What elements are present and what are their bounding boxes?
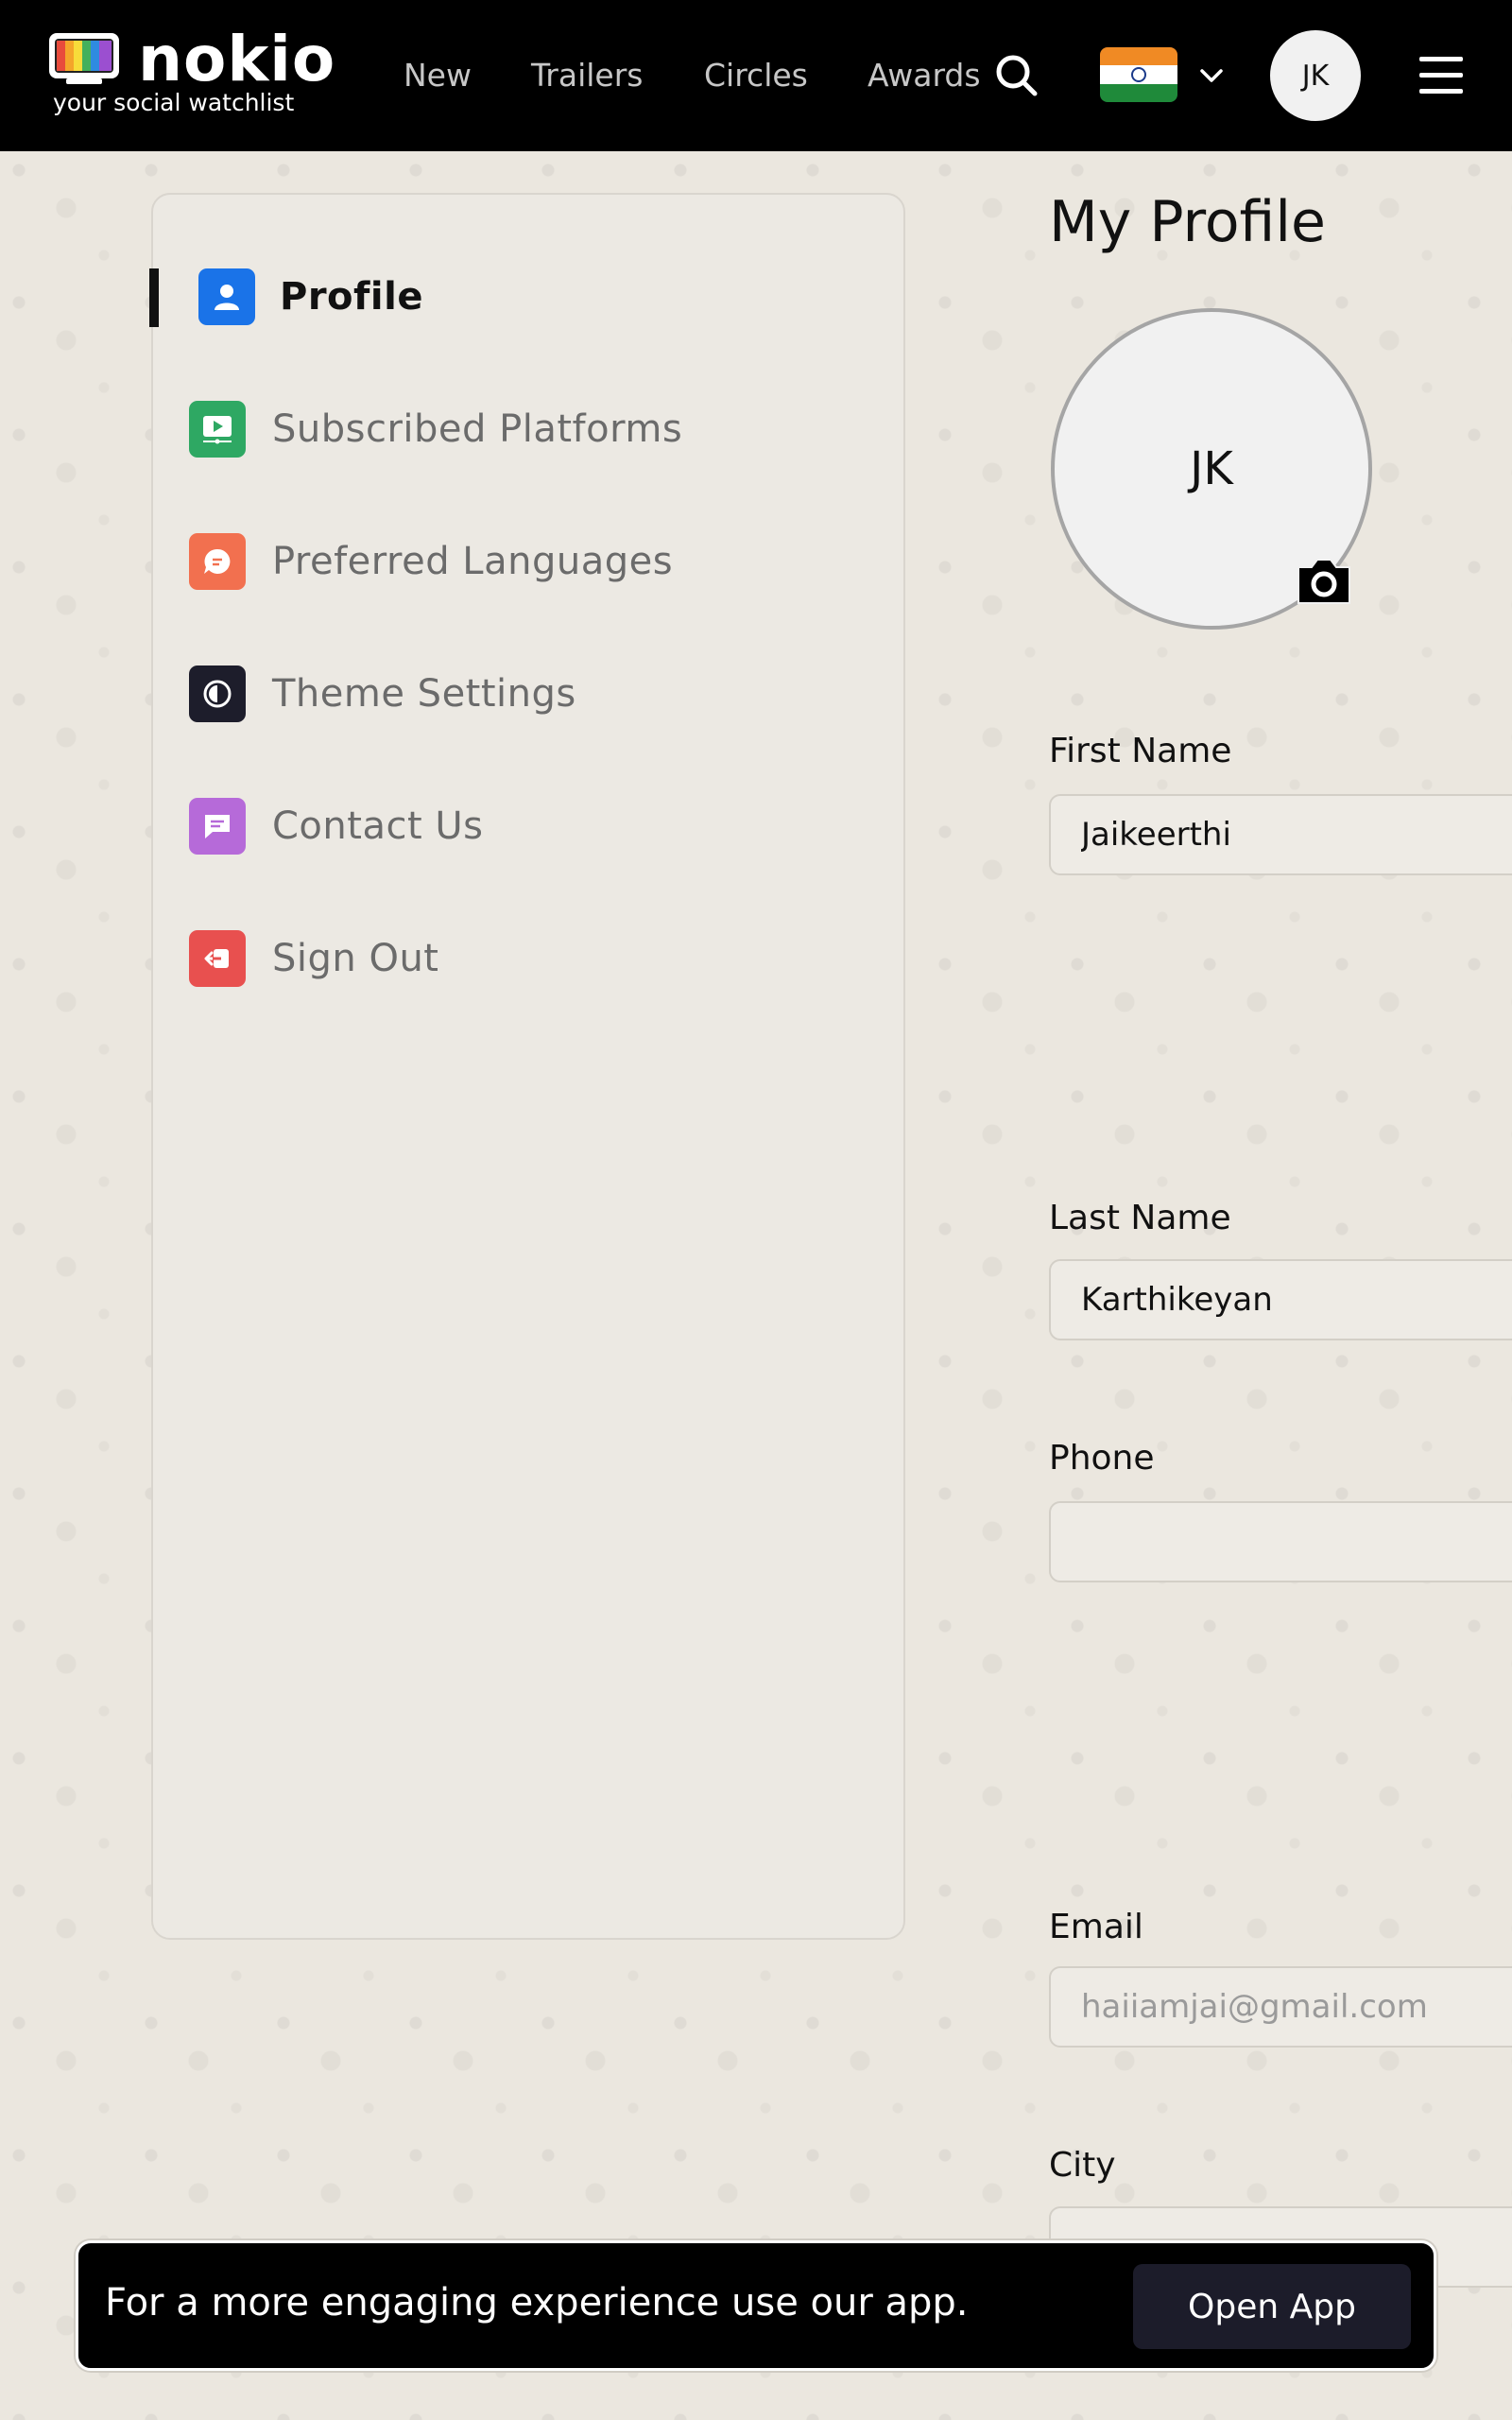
sidebar-item-label: Subscribed Platforms (272, 407, 683, 451)
sidebar-item-profile[interactable]: Profile (153, 250, 903, 344)
header-avatar[interactable]: JK (1270, 30, 1361, 121)
sidebar-item-theme-settings[interactable]: Theme Settings (153, 647, 903, 741)
chat-bubble-icon (189, 533, 246, 590)
chevron-down-icon[interactable] (1198, 66, 1225, 85)
sidebar-item-preferred-languages[interactable]: Preferred Languages (153, 514, 903, 609)
nav-circles[interactable]: Circles (704, 57, 808, 94)
sidebar-item-label: Contact Us (272, 804, 484, 848)
open-app-banner: For a more engaging experience use our a… (76, 2240, 1436, 2371)
city-label: City (1049, 2146, 1116, 2185)
nokio-logo[interactable]: nokio your social watchlist (47, 23, 335, 121)
search-icon[interactable] (994, 53, 1038, 96)
contrast-icon (189, 666, 246, 722)
nav-awards[interactable]: Awards (868, 57, 981, 94)
page-title: My Profile (1049, 189, 1326, 255)
open-app-button[interactable]: Open App (1133, 2264, 1411, 2349)
play-screen-icon (189, 401, 246, 458)
first-name-field[interactable] (1049, 794, 1512, 875)
email-field[interactable] (1049, 1966, 1512, 2048)
phone-label: Phone (1049, 1439, 1155, 1478)
phone-field[interactable] (1049, 1501, 1512, 1582)
last-name-label: Last Name (1049, 1199, 1231, 1237)
sidebar-item-label: Sign Out (272, 937, 439, 980)
settings-sidebar: Profile Subscribed Platforms Preferred L… (149, 193, 905, 1940)
first-name-label: First Name (1049, 732, 1232, 770)
user-icon (198, 268, 255, 325)
sidebar-item-subscribed-platforms[interactable]: Subscribed Platforms (153, 382, 903, 476)
sidebar-item-sign-out[interactable]: Sign Out (153, 911, 903, 1006)
india-flag-icon[interactable] (1100, 47, 1177, 102)
sidebar-item-label: Theme Settings (272, 672, 576, 716)
nav-new[interactable]: New (404, 57, 472, 94)
top-header: nokio your social watchlist New Trailers… (0, 0, 1512, 151)
sidebar-item-label: Preferred Languages (272, 540, 674, 583)
camera-icon[interactable] (1293, 552, 1355, 609)
tv-logo-icon (49, 33, 119, 84)
logo-wordmark: nokio (138, 23, 336, 95)
message-icon (189, 798, 246, 855)
nav-trailers[interactable]: Trailers (531, 57, 644, 94)
sidebar-item-contact-us[interactable]: Contact Us (153, 779, 903, 873)
logo-tagline: your social watchlist (53, 89, 295, 116)
menu-icon[interactable] (1419, 57, 1463, 95)
email-label: Email (1049, 1908, 1143, 1946)
sidebar-item-label: Profile (280, 275, 423, 319)
banner-text: For a more engaging experience use our a… (105, 2281, 969, 2325)
sign-out-icon (189, 930, 246, 987)
last-name-field[interactable] (1049, 1259, 1512, 1340)
